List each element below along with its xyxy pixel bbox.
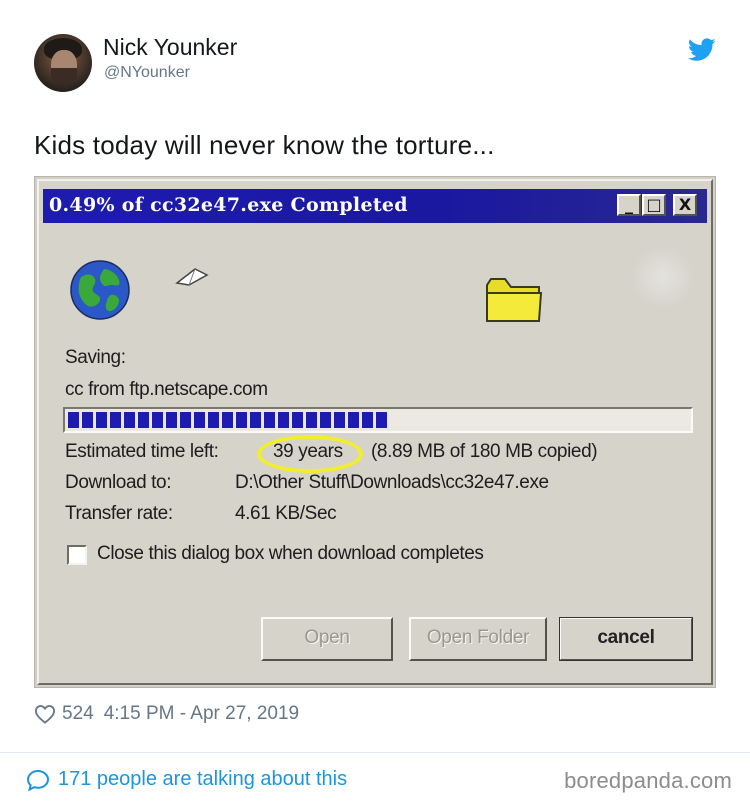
minimize-button: _ [617, 194, 641, 216]
progress-segment [124, 412, 135, 428]
progress-segment [306, 412, 317, 428]
progress-segment [250, 412, 261, 428]
talking-count-text[interactable]: 171 people are talking about this [58, 768, 347, 791]
progress-bar [63, 407, 693, 433]
dialog-title: 0.49% of cc32e47.exe Completed [49, 194, 408, 216]
globe-icon [70, 260, 130, 320]
conversation-link[interactable]: 171 people are talking about this [26, 768, 347, 791]
flying-paper-icon [175, 268, 209, 286]
divider [0, 752, 750, 753]
progress-segment [292, 412, 303, 428]
progress-segment [138, 412, 149, 428]
progress-segment [320, 412, 331, 428]
author-name[interactable]: Nick Younker [103, 34, 237, 61]
transfer-rate-value: 4.61 KB/Sec [235, 503, 337, 524]
twitter-bird-icon[interactable] [688, 38, 716, 62]
progress-fill [68, 412, 387, 428]
progress-segment [222, 412, 233, 428]
tweet-photo[interactable]: 0.49% of cc32e47.exe Completed _ □ X Sav… [34, 176, 716, 688]
progress-segment [152, 412, 163, 428]
close-button: X [673, 194, 697, 216]
close-on-complete-label: Close this dialog box when download comp… [97, 543, 484, 564]
download-path: D:\Other Stuff\Downloads\cc32e47.exe [235, 472, 549, 493]
progress-segment [236, 412, 247, 428]
download-source: cc from ftp.netscape.com [65, 379, 268, 400]
download-to-label: Download to: [65, 472, 172, 493]
download-dialog: 0.49% of cc32e47.exe Completed _ □ X Sav… [37, 179, 713, 685]
heart-icon[interactable] [34, 704, 56, 724]
progress-segment [110, 412, 121, 428]
progress-segment [348, 412, 359, 428]
estimated-time-label: Estimated time left: [65, 441, 219, 462]
progress-segment [96, 412, 107, 428]
open-button: Open [261, 617, 393, 661]
progress-segment [194, 412, 205, 428]
progress-segment [362, 412, 373, 428]
folder-icon [486, 278, 543, 322]
progress-segment [264, 412, 275, 428]
tweet-meta: 524 4:15 PM - Apr 27, 2019 [34, 702, 299, 726]
progress-segment [180, 412, 191, 428]
dialog-titlebar: 0.49% of cc32e47.exe Completed _ □ X [43, 189, 707, 223]
like-count[interactable]: 524 [62, 703, 94, 725]
watermark: boredpanda.com [564, 768, 732, 793]
tweet-timestamp[interactable]: 4:15 PM - Apr 27, 2019 [104, 703, 299, 725]
progress-segment [334, 412, 345, 428]
progress-segment [68, 412, 79, 428]
progress-segment [82, 412, 93, 428]
close-on-complete-checkbox [67, 545, 87, 565]
avatar[interactable] [34, 34, 92, 92]
tweet-card: Nick Younker @NYounker Kids today will n… [0, 0, 750, 808]
transfer-rate-label: Transfer rate: [65, 503, 173, 524]
author-handle[interactable]: @NYounker [104, 64, 190, 82]
progress-segment [208, 412, 219, 428]
tweet-text: Kids today will never know the torture..… [34, 130, 495, 160]
maximize-button: □ [642, 194, 666, 216]
open-folder-button: Open Folder [409, 617, 547, 661]
progress-segment [278, 412, 289, 428]
highlight-circle [257, 435, 363, 473]
progress-segment [376, 412, 387, 428]
avatar-beard [51, 68, 77, 84]
speech-bubble-icon [26, 769, 50, 791]
photo-glare [631, 245, 695, 309]
progress-segment [166, 412, 177, 428]
copied-amount: (8.89 MB of 180 MB copied) [371, 441, 598, 462]
cancel-button: cancel [559, 617, 693, 661]
saving-label: Saving: [65, 347, 126, 368]
